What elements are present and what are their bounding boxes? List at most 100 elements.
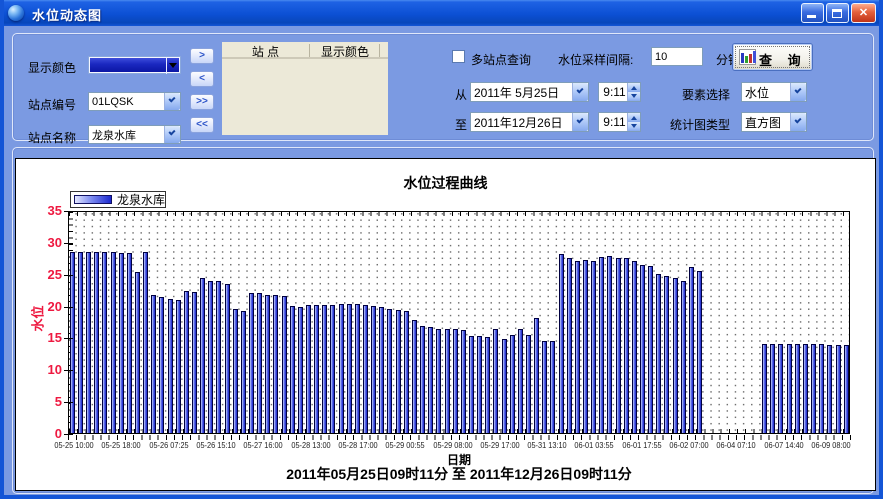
bar (502, 339, 507, 433)
bar (428, 327, 433, 433)
element-value: 水位 (742, 84, 790, 101)
to-time-spinner[interactable]: 9:11 (598, 112, 641, 132)
bar (648, 266, 653, 433)
close-button[interactable]: ✕ (851, 3, 876, 23)
bar (583, 260, 588, 433)
chart-type-combobox[interactable]: 直方图 (741, 112, 807, 132)
query-button[interactable]: 查 询 (732, 43, 813, 71)
bar (387, 309, 392, 433)
bar (567, 258, 572, 433)
bar (208, 281, 213, 433)
display-color-combobox[interactable] (88, 56, 181, 74)
bar (795, 344, 800, 433)
bar (347, 304, 352, 433)
bar (624, 258, 629, 433)
bar (298, 307, 303, 433)
spin-down-button[interactable] (628, 92, 640, 101)
bar (656, 274, 661, 433)
x-tick-label: 05-26 15:10 (196, 441, 235, 450)
bar (322, 305, 327, 433)
maximize-button[interactable] (826, 3, 849, 23)
bar (216, 281, 221, 433)
dropdown-arrow-icon[interactable] (169, 63, 177, 68)
bar-chart-plot-area (68, 211, 850, 434)
station-name-combobox[interactable]: 龙泉水库 (88, 125, 181, 144)
x-axis-outer-ticks (68, 435, 851, 440)
bar (453, 329, 458, 433)
selected-stations-list[interactable]: 站 点 显示颜色 (222, 42, 388, 135)
date-range-label: 2011年05月25日09时11分 至 2011年12月26日09时11分 (68, 464, 850, 484)
dropdown-button[interactable] (572, 113, 588, 131)
chevron-down-icon (576, 116, 583, 123)
from-date-picker[interactable]: 2011年 5月25日 (470, 82, 589, 102)
bar (827, 345, 832, 433)
bar (330, 305, 335, 433)
spin-down-button[interactable] (628, 122, 640, 131)
bar (249, 293, 254, 433)
y-tick-label: 5 (28, 394, 62, 409)
element-select-label: 要素选择 (682, 86, 730, 103)
minimize-button[interactable] (801, 3, 824, 23)
interval-input[interactable] (651, 47, 703, 66)
color-column-header: 显示颜色 (310, 43, 380, 60)
spin-up-button[interactable] (628, 83, 640, 92)
bar (559, 254, 564, 433)
spinner-buttons[interactable] (627, 113, 640, 131)
dropdown-button[interactable] (164, 126, 180, 143)
chart-legend: 龙泉水库 (70, 191, 166, 208)
bar (192, 292, 197, 433)
add-all-stations-button[interactable]: >> (190, 94, 214, 110)
icon-bar (749, 54, 752, 63)
bar (607, 256, 612, 433)
station-id-combobox[interactable]: 01LQSK (88, 92, 181, 111)
add-station-button[interactable]: > (190, 48, 214, 64)
bar (379, 307, 384, 433)
multi-station-checkbox[interactable] (452, 50, 465, 63)
chevron-down-icon (168, 95, 175, 102)
from-time-value: 9:11 (599, 85, 627, 99)
from-time-spinner[interactable]: 9:11 (598, 82, 641, 102)
column-divider (379, 44, 380, 57)
bar (241, 311, 246, 433)
bar (127, 253, 132, 433)
bar (436, 329, 441, 433)
bar (143, 252, 148, 433)
bar (225, 284, 230, 433)
bar (787, 344, 792, 433)
y-tick-label: 20 (28, 299, 62, 314)
to-date-picker[interactable]: 2011年12月26日 (470, 112, 589, 132)
title-bar[interactable]: 水位动态图 ✕ (0, 0, 883, 26)
bar (591, 261, 596, 433)
dropdown-button[interactable] (790, 113, 806, 131)
bar (550, 341, 555, 433)
maximize-icon (832, 9, 842, 18)
x-tick-label: 06-04 07:10 (717, 441, 756, 450)
dropdown-button[interactable] (164, 93, 180, 110)
bar (355, 304, 360, 433)
legend-label: 龙泉水库 (117, 191, 165, 208)
spinner-buttons[interactable] (627, 83, 640, 101)
dropdown-button[interactable] (572, 83, 588, 101)
bar (518, 329, 523, 433)
from-date-value: 2011年 5月25日 (471, 84, 572, 101)
bar (477, 336, 482, 433)
bar (176, 300, 181, 433)
x-tick-label: 05-28 13:00 (291, 441, 330, 450)
bar (778, 344, 783, 433)
bar (599, 257, 604, 433)
spin-up-button[interactable] (628, 113, 640, 122)
bar (445, 329, 450, 433)
chart-title: 水位过程曲线 (16, 173, 875, 193)
bar (233, 309, 238, 433)
dropdown-button[interactable] (790, 83, 806, 101)
station-id-value: 01LQSK (89, 96, 164, 108)
bar (412, 320, 417, 433)
element-combobox[interactable]: 水位 (741, 82, 807, 102)
multi-station-label: 多站点查询 (471, 51, 531, 68)
bar (273, 295, 278, 433)
bar (697, 271, 702, 433)
remove-all-stations-button[interactable]: << (190, 117, 214, 133)
y-major-tick (64, 275, 73, 276)
x-tick-label: 06-09 08:00 (811, 441, 850, 450)
remove-station-button[interactable]: < (190, 71, 214, 87)
